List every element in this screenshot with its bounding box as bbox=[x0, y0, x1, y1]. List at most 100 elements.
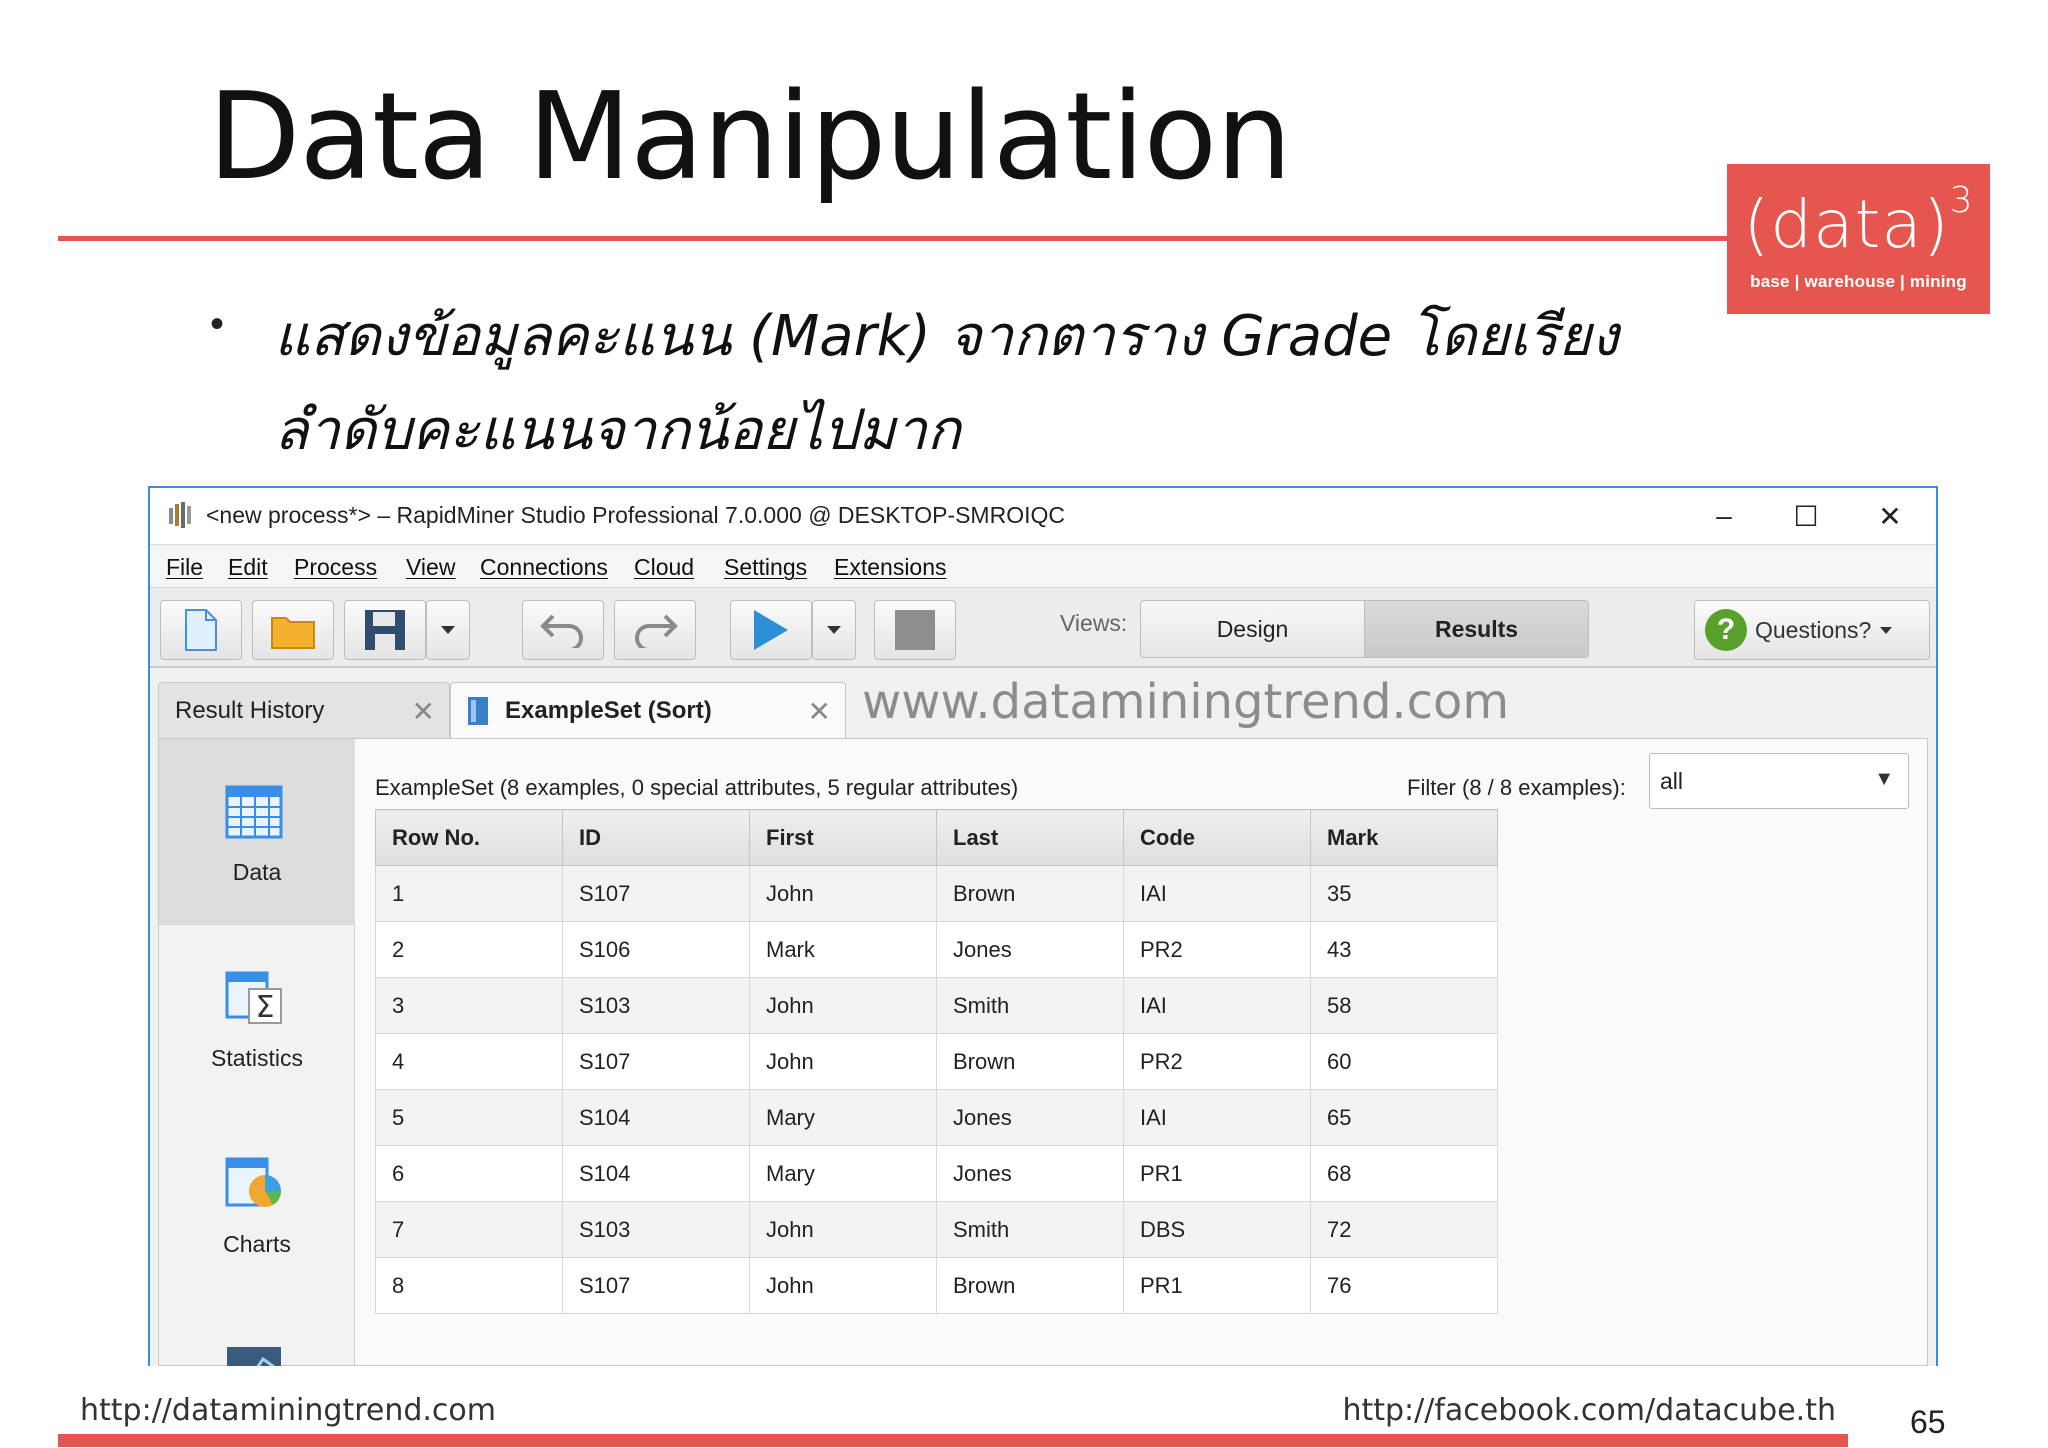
logo-wordmark: (data)3 bbox=[1743, 180, 1974, 263]
sidebar-item-statistics[interactable]: Σ Statistics bbox=[159, 925, 355, 1111]
column-header-last[interactable]: Last bbox=[936, 809, 1124, 866]
table-header-row: Row No. ID First Last Code Mark bbox=[375, 809, 1498, 866]
filter-dropdown[interactable]: all ▼ bbox=[1649, 753, 1909, 809]
menu-connections[interactable]: Connections bbox=[480, 554, 608, 581]
maximize-button[interactable]: ☐ bbox=[1774, 494, 1838, 538]
table-row[interactable]: 3 S103 John Smith IAI 58 bbox=[375, 977, 1498, 1034]
tab-label: Result History bbox=[175, 696, 325, 724]
table-cell: Brown bbox=[936, 1033, 1124, 1090]
watermark-text: www.dataminingtrend.com bbox=[862, 674, 1510, 730]
design-view-button[interactable]: Design bbox=[1140, 600, 1365, 658]
table-cell: 76 bbox=[1310, 1257, 1498, 1314]
views-label: Views: bbox=[1060, 610, 1128, 636]
table-cell: John bbox=[749, 1201, 937, 1258]
column-header-code[interactable]: Code bbox=[1123, 809, 1311, 866]
table-cell: 1 bbox=[375, 865, 563, 922]
table-cell: PR1 bbox=[1123, 1145, 1311, 1202]
tab-exampleset-sort[interactable]: ExampleSet (Sort) ✕ bbox=[450, 682, 846, 738]
table-cell: Jones bbox=[936, 1145, 1124, 1202]
table-cell: IAI bbox=[1123, 865, 1311, 922]
table-cell: Mark bbox=[749, 921, 937, 978]
menu-view[interactable]: View bbox=[406, 554, 455, 581]
sidebar-item-charts[interactable]: Charts bbox=[159, 1111, 355, 1297]
chevron-down-icon bbox=[827, 626, 841, 634]
save-process-button[interactable] bbox=[344, 600, 426, 660]
tab-result-history[interactable]: Result History ✕ bbox=[158, 682, 450, 738]
sidebar-label-charts: Charts bbox=[223, 1231, 291, 1257]
table-cell: John bbox=[749, 1257, 937, 1314]
advanced-chart-icon bbox=[227, 1347, 281, 1366]
table-cell: Jones bbox=[936, 921, 1124, 978]
menu-bar: File Edit Process View Connections Cloud… bbox=[150, 544, 1936, 588]
menu-settings[interactable]: Settings bbox=[724, 554, 807, 581]
table-cell: Mary bbox=[749, 1145, 937, 1202]
menu-cloud[interactable]: Cloud bbox=[634, 554, 694, 581]
table-row[interactable]: 6 S104 Mary Jones PR1 68 bbox=[375, 1145, 1498, 1202]
page-number: 65 bbox=[1910, 1404, 1946, 1440]
table-row[interactable]: 8 S107 John Brown PR1 76 bbox=[375, 1257, 1498, 1314]
run-options-dropdown[interactable] bbox=[812, 600, 856, 660]
table-cell: S107 bbox=[562, 1033, 750, 1090]
close-icon[interactable]: ✕ bbox=[808, 695, 831, 728]
column-header-first[interactable]: First bbox=[749, 809, 937, 866]
open-process-button[interactable] bbox=[252, 600, 334, 660]
column-header-row-no[interactable]: Row No. bbox=[375, 809, 563, 866]
footer-website-link[interactable]: http://dataminingtrend.com bbox=[80, 1393, 496, 1428]
close-icon[interactable]: ✕ bbox=[412, 695, 435, 728]
table-cell: 7 bbox=[375, 1201, 563, 1258]
table-row[interactable]: 7 S103 John Smith DBS 72 bbox=[375, 1201, 1498, 1258]
table-row[interactable]: 1 S107 John Brown IAI 35 bbox=[375, 865, 1498, 922]
table-cell: Brown bbox=[936, 1257, 1124, 1314]
tab-label: ExampleSet (Sort) bbox=[505, 696, 712, 724]
table-icon bbox=[225, 785, 283, 839]
folder-icon bbox=[271, 617, 315, 649]
new-document-icon bbox=[185, 609, 217, 651]
table-cell: S106 bbox=[562, 921, 750, 978]
table-cell: S107 bbox=[562, 865, 750, 922]
table-row[interactable]: 5 S104 Mary Jones IAI 65 bbox=[375, 1089, 1498, 1146]
chevron-down-icon bbox=[1880, 626, 1893, 634]
table-cell: John bbox=[749, 977, 937, 1034]
stop-process-button[interactable] bbox=[874, 600, 956, 660]
menu-extensions[interactable]: Extensions bbox=[834, 554, 947, 581]
exampleset-icon bbox=[468, 696, 488, 725]
save-options-dropdown[interactable] bbox=[426, 600, 470, 660]
help-icon: ? bbox=[1705, 609, 1747, 651]
column-header-mark[interactable]: Mark bbox=[1310, 809, 1498, 866]
menu-process[interactable]: Process bbox=[294, 554, 377, 581]
table-row[interactable]: 4 S107 John Brown PR2 60 bbox=[375, 1033, 1498, 1090]
minimize-button[interactable]: – bbox=[1692, 494, 1756, 538]
rapidminer-app-icon bbox=[169, 502, 191, 528]
floppy-disk-icon bbox=[365, 610, 405, 650]
table-cell: 65 bbox=[1310, 1089, 1498, 1146]
table-cell: 3 bbox=[375, 977, 563, 1034]
rapidminer-window: <new process*> – RapidMiner Studio Profe… bbox=[148, 486, 1938, 1366]
table-cell: Smith bbox=[936, 1201, 1124, 1258]
table-row[interactable]: 2 S106 Mark Jones PR2 43 bbox=[375, 921, 1498, 978]
table-cell: IAI bbox=[1123, 977, 1311, 1034]
close-window-button[interactable]: ✕ bbox=[1858, 494, 1922, 538]
redo-button[interactable] bbox=[614, 600, 696, 660]
table-cell: PR2 bbox=[1123, 1033, 1311, 1090]
chevron-down-icon: ▼ bbox=[1874, 768, 1894, 790]
run-process-button[interactable] bbox=[730, 600, 812, 660]
table-cell: S104 bbox=[562, 1089, 750, 1146]
table-cell: PR1 bbox=[1123, 1257, 1311, 1314]
column-header-id[interactable]: ID bbox=[562, 809, 750, 866]
play-icon bbox=[754, 610, 788, 650]
filter-label: Filter (8 / 8 examples): bbox=[1407, 775, 1626, 800]
menu-file[interactable]: File bbox=[166, 554, 203, 581]
main-toolbar bbox=[150, 588, 1936, 668]
menu-edit[interactable]: Edit bbox=[228, 554, 268, 581]
footer-divider bbox=[58, 1434, 1848, 1447]
undo-button[interactable] bbox=[522, 600, 604, 660]
questions-button[interactable]: ? Questions? bbox=[1694, 600, 1930, 660]
datacube-logo: (data)3 base | warehouse | mining bbox=[1727, 164, 1990, 314]
sidebar-item-data[interactable]: Data bbox=[159, 739, 355, 925]
table-cell: John bbox=[749, 1033, 937, 1090]
sidebar-item-more[interactable] bbox=[159, 1297, 355, 1366]
table-cell: S103 bbox=[562, 977, 750, 1034]
footer-facebook-link[interactable]: http://facebook.com/datacube.th bbox=[1342, 1393, 1836, 1428]
results-view-button[interactable]: Results bbox=[1364, 600, 1589, 658]
new-process-button[interactable] bbox=[160, 600, 242, 660]
